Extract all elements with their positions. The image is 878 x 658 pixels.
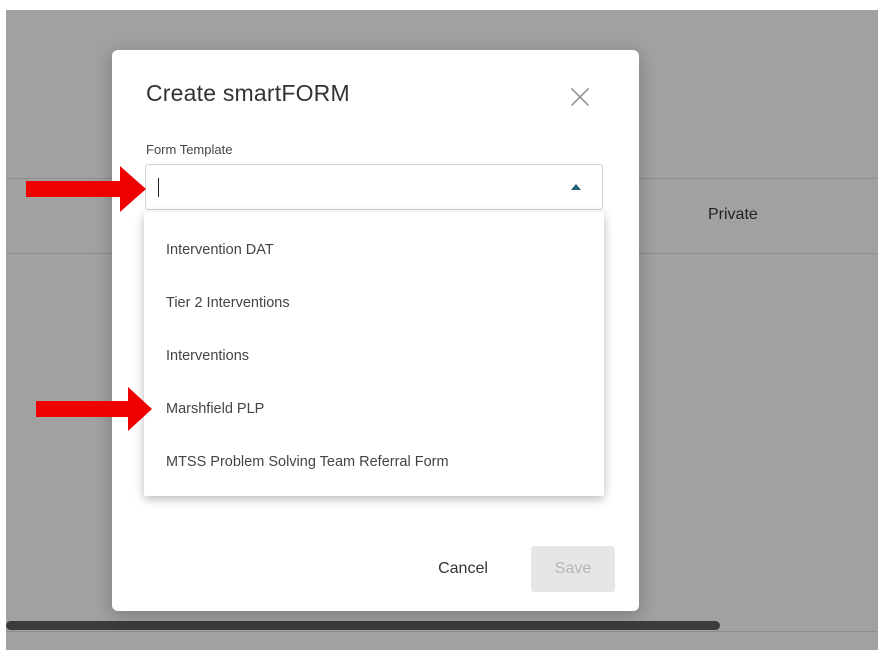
text-cursor	[158, 178, 159, 197]
dropdown-option-interventions[interactable]: Interventions	[144, 330, 604, 382]
cancel-button[interactable]: Cancel	[417, 546, 509, 592]
scrollbar-track	[6, 631, 878, 632]
save-button[interactable]: Save	[531, 546, 615, 592]
form-template-select[interactable]	[145, 164, 603, 210]
chevron-up-icon[interactable]	[571, 184, 581, 190]
dropdown-option-tier-2-interventions[interactable]: Tier 2 Interventions	[144, 277, 604, 329]
form-template-input[interactable]	[156, 175, 556, 199]
dialog-title: Create smartFORM	[146, 80, 350, 106]
page: Private Create smartFORM Form Template C…	[0, 0, 878, 658]
dropdown-option-mtss-referral-form[interactable]: MTSS Problem Solving Team Referral Form	[144, 436, 604, 488]
background-visibility-cell: Private	[708, 206, 758, 223]
dropdown-option-intervention-dat[interactable]: Intervention DAT	[144, 224, 604, 276]
form-template-label: Form Template	[146, 142, 233, 157]
form-template-dropdown: Intervention DAT Tier 2 Interventions In…	[144, 212, 604, 496]
horizontal-scrollbar-thumb[interactable]	[6, 621, 720, 630]
close-icon	[571, 88, 589, 106]
dropdown-option-marshfield-plp[interactable]: Marshfield PLP	[144, 383, 604, 435]
annotation-arrow-icon	[36, 387, 152, 431]
close-button[interactable]	[567, 84, 593, 110]
annotation-arrow-icon	[26, 166, 146, 212]
